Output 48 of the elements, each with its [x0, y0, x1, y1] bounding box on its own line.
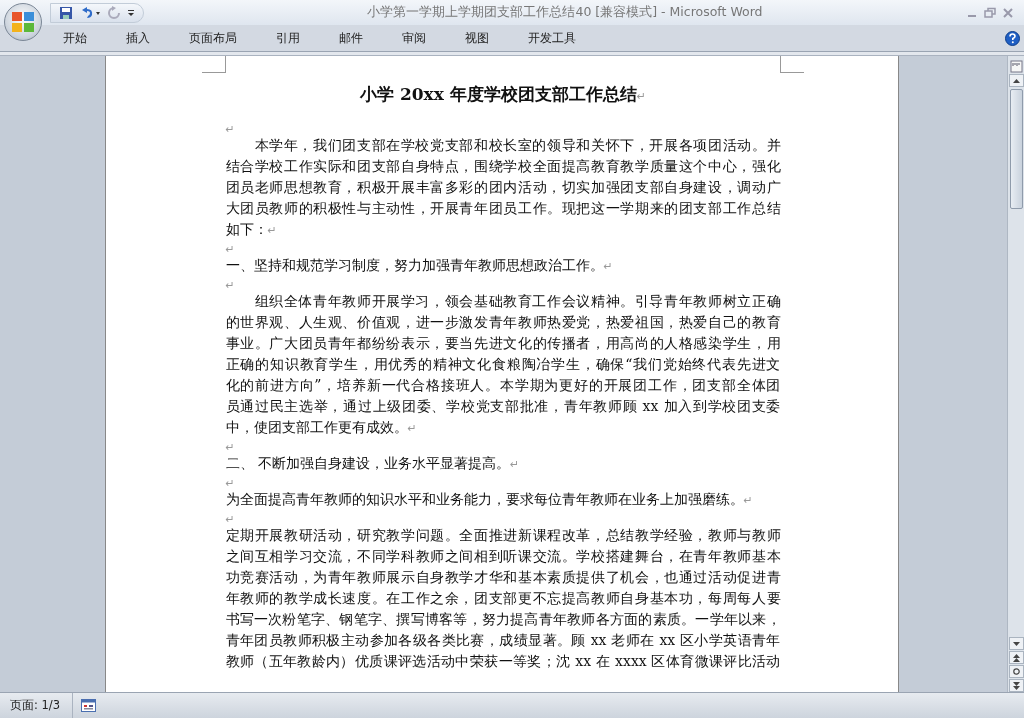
ribbon-tab[interactable]: 视图: [454, 25, 500, 51]
scroll-thumb[interactable]: [1009, 89, 1023, 209]
paragraph-mark: ↵: [225, 123, 235, 136]
ribbon-tab[interactable]: 引用: [265, 25, 311, 51]
ribbon-tab[interactable]: 插入: [115, 25, 161, 51]
paragraph-mark: ↵: [509, 458, 520, 471]
up-arrow-icon: [1012, 78, 1020, 83]
vertical-scrollbar[interactable]: [1007, 56, 1024, 692]
browse-object-button[interactable]: [1008, 665, 1024, 678]
office-logo-icon: [11, 10, 35, 34]
window-title: 小学第一学期上学期团支部工作总结40 [兼容模式] - Microsoft Word: [366, 4, 764, 21]
next-page-button[interactable]: [1008, 679, 1024, 692]
paragraph: 本学年，我们团支部在学校党支部和校长室的领导和关怀下，开展各项团活动。并 结合学校工作实际和团支部自身特点，围绕学校全面提高教育教学质量这个中心，强化 团员老师思想教育，积极开展丰富多彩的团内活动，切实加强团支部自身建设，调动广 大团员教师的积极性与主动性，开展青年团员工作。现把这一学期来的团支部工作总结 如下：↵: [225, 136, 781, 239]
save-icon[interactable]: [59, 5, 73, 20]
scroll-down-button[interactable]: [1008, 637, 1024, 650]
paragraph: 一、坚持和规范学习制度，努力加强青年教师思想政治工作。↵: [225, 256, 614, 275]
paragraph-mark: ↵: [267, 224, 277, 237]
document-heading: 小学 20xx 年度学校团支部工作总结: [360, 84, 637, 104]
ribbon-tab[interactable]: 邮件: [328, 25, 374, 51]
customize-toolbar-icon[interactable]: [127, 7, 135, 18]
paragraph-mark: ↵: [407, 422, 417, 435]
paragraph-mark: ↵: [636, 90, 646, 103]
help-icon[interactable]: [1005, 30, 1020, 46]
ribbon-tab[interactable]: 开发工具: [517, 25, 587, 51]
crop-mark: [201, 56, 226, 73]
paragraph: 二、 不断加强自身建设，业务水平显著提高。↵: [225, 454, 521, 473]
double-up-arrow-icon: [1012, 653, 1020, 662]
page-count[interactable]: 页面: 1/3: [0, 693, 74, 718]
paragraph: 为全面提高青年教师的知识水平和业务能力，要求每位青年教师在业务上加强磨练。↵: [225, 490, 754, 509]
paragraph-mark: ↵: [225, 243, 235, 256]
paragraph-mark: ↵: [225, 513, 235, 526]
ribbon-tab[interactable]: 审阅: [391, 25, 437, 51]
ribbon-tab[interactable]: 页面布局: [178, 25, 248, 51]
ribbon-tab[interactable]: 开始: [52, 25, 98, 51]
paragraph-mark: ↵: [743, 494, 753, 507]
circle-icon: [1012, 668, 1020, 675]
office-button[interactable]: [4, 3, 42, 41]
paragraph-mark: ↵: [225, 477, 235, 490]
paragraph: 定期开展教研活动，研究教学问题。全面推进新课程改革，总结教学经验，教师与教师 之间互相学习交流，不同学科教师之间相到听课交流。学校搭建舞台，在青年教师基本 功竞赛活动，为青年教师展示自身教学才华和基本素质提供了机会，也通过活动促进青 年教师的教学成长速度。在工作之余，团支部更不忘提高教师自身基本功，每周每人要 书写一次粉笔字、钢笔字、撰写博客等，努力提高青年教师各方面的素质。一学年以来， 青年团员教师积极主动参加各级各类比赛，成绩显著。顾 xx 老师在 xx 区小学英语青年 教师（五年教龄内）优质课评选活动中荣获一等奖；沈 xx 在 xxxx 区体育微课评比活动: [225, 526, 781, 671]
paragraph-mark: ↵: [225, 441, 235, 454]
paragraph-mark: ↵: [603, 260, 613, 273]
down-arrow-icon: [1012, 641, 1020, 646]
previous-page-button[interactable]: [1008, 651, 1024, 664]
double-down-arrow-icon: [1012, 681, 1020, 690]
paragraph: 组织全体青年教师开展学习，领会基础教育工作会议精神。引导青年教师树立正确 的世界观、人生观、价值观，进一步激发青年教师热爱党，热爱祖国，热爱自己的教育 事业。广大团员青年都纷纷表示，要当先进文化的传播者，用高尚的人格感染学生，用 正确的知识教育学生，用优秀的精神文化食粮陶冶学生，确保“我们党始终代表先进文 化的前进方向”，培养新一代合格接班人。本学期为更好的开展团工作，团支部全体团 员通过民主选举，通过上级团委、学校党支部批准，青年教师顾 xx 加入到学校团支委 中，使团支部工作更有成效。↵: [225, 292, 781, 437]
paragraph-mark: ↵: [225, 279, 235, 292]
scroll-up-button[interactable]: [1008, 74, 1024, 87]
crop-mark: [779, 56, 804, 73]
